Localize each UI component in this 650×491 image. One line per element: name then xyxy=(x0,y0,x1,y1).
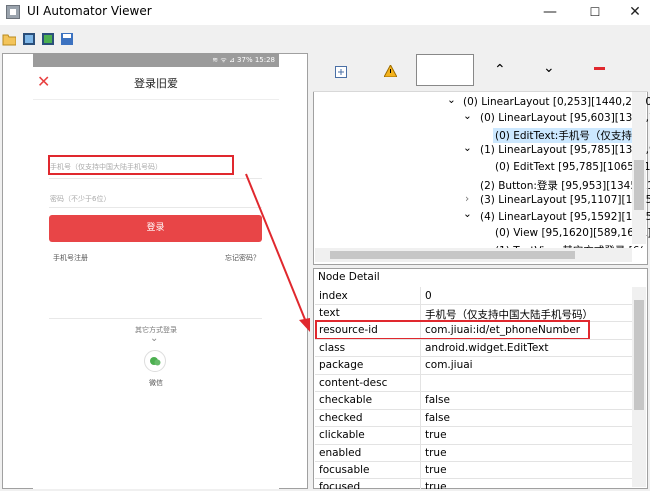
tree-node[interactable]: (4) LinearLayout [95,1592][1345, xyxy=(480,211,650,223)
detail-key: checkable xyxy=(319,394,373,406)
tree-toggle[interactable]: ⌄ xyxy=(447,94,456,106)
detail-value[interactable]: true xyxy=(425,447,447,459)
tree-toolbar xyxy=(313,53,648,92)
node-detail-title: Node Detail xyxy=(318,271,380,283)
column-separator xyxy=(420,287,421,489)
row-divider xyxy=(315,461,632,462)
tree-node[interactable]: (3) LinearLayout [95,1107][1345, xyxy=(480,194,650,206)
tree-node[interactable]: (2) Button:登录 [95,953][1345,11 xyxy=(480,178,650,193)
chevron-down-icon[interactable]: ⌄ xyxy=(543,60,555,76)
detail-value[interactable]: 0 xyxy=(425,290,432,302)
tree-toggle[interactable]: ⌄ xyxy=(463,208,472,220)
tree-scroll-thumb[interactable] xyxy=(634,160,644,210)
detail-key: focusable xyxy=(319,464,370,476)
row-divider xyxy=(315,478,632,479)
tree-node[interactable]: (0) LinearLayout [95,603][1345,7 xyxy=(480,112,650,124)
detail-key: checked xyxy=(319,412,363,424)
tree-hscroll-thumb[interactable] xyxy=(330,251,575,259)
detail-value[interactable]: true xyxy=(425,481,447,489)
tree-node-selected[interactable]: (0) EditText:手机号（仅支持中 xyxy=(493,128,645,143)
expand-all-icon[interactable] xyxy=(335,66,347,78)
warning-icon[interactable] xyxy=(384,65,397,77)
tree-toggle[interactable]: › xyxy=(465,193,469,205)
zoom-preview xyxy=(416,54,474,86)
row-divider xyxy=(315,444,632,445)
detail-value[interactable]: android.widget.EditText xyxy=(425,342,549,354)
detail-key: clickable xyxy=(319,429,365,441)
detail-value[interactable]: com.jiuai xyxy=(425,359,473,371)
detail-key: index xyxy=(319,290,348,302)
chevron-up-icon[interactable]: ⌃ xyxy=(494,62,506,78)
detail-key: text xyxy=(319,307,340,319)
tree-toggle[interactable]: ⌄ xyxy=(463,142,472,154)
row-divider xyxy=(315,339,632,340)
tree-node[interactable]: (1) LinearLayout [95,785][1345,9 xyxy=(480,144,650,156)
detail-key: enabled xyxy=(319,447,362,459)
tree-node[interactable]: (0) EditText [95,785][1065,91 xyxy=(495,161,650,173)
detail-value[interactable]: true xyxy=(425,464,447,476)
row-divider xyxy=(315,426,632,427)
resource-id-highlight xyxy=(315,320,590,340)
row-divider xyxy=(315,409,632,410)
detail-scroll-thumb[interactable] xyxy=(634,300,644,410)
detail-key: content-desc xyxy=(319,377,388,389)
row-divider xyxy=(315,356,632,357)
detail-key: class xyxy=(319,342,346,354)
row-divider xyxy=(315,391,632,392)
toggle-nav-nodes-icon[interactable] xyxy=(594,67,605,70)
detail-key: package xyxy=(319,359,364,371)
tree-node[interactable]: (0) LinearLayout [0,253][1440,2560] xyxy=(463,96,650,108)
tree-toggle[interactable]: ⌄ xyxy=(463,110,472,122)
row-divider xyxy=(315,304,632,305)
row-divider xyxy=(315,374,632,375)
detail-value[interactable]: false xyxy=(425,394,450,406)
detail-value[interactable]: true xyxy=(425,429,447,441)
detail-value[interactable]: false xyxy=(425,412,450,424)
detail-key: focused xyxy=(319,481,361,489)
tree-node[interactable]: (0) View [95,1620][589,1621] xyxy=(495,227,650,239)
